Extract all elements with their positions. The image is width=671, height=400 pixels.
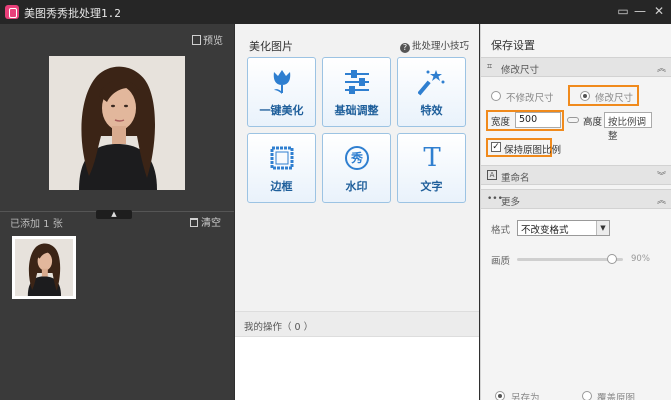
batch-tips-label: 批处理小技巧 bbox=[412, 41, 470, 52]
clear-label: 清空 bbox=[201, 218, 221, 229]
overwrite-label: 覆盖原图 bbox=[597, 393, 636, 400]
tool-label: 基础调整 bbox=[334, 104, 379, 117]
keep-ratio-checkbox[interactable]: ✓ bbox=[491, 142, 501, 152]
operations-list bbox=[235, 337, 479, 400]
beautify-panel: 美化图片 ? 批处理小技巧 一键美化 基础调整 特效 边框 秀 水印 T 文字 … bbox=[235, 24, 479, 400]
more-section-label: 更多 bbox=[501, 197, 521, 208]
trash-icon bbox=[190, 218, 198, 227]
format-select[interactable]: 不改变格式 ▼ bbox=[517, 220, 610, 236]
beautify-title: 美化图片 bbox=[249, 40, 293, 53]
link-icon[interactable] bbox=[567, 117, 579, 123]
resize-label: 修改尺寸 bbox=[595, 93, 634, 104]
basic-adjust-button[interactable]: 基础调整 bbox=[322, 57, 391, 127]
chevron-up-icon: ︽ bbox=[656, 64, 666, 74]
preview-image bbox=[49, 56, 185, 190]
batch-tips-link[interactable]: ? 批处理小技巧 bbox=[400, 38, 469, 53]
chevron-down-icon: ︾ bbox=[656, 172, 666, 182]
watermark-glyph: 秀 bbox=[345, 146, 369, 170]
preview-label: 预览 bbox=[203, 36, 223, 47]
left-panel: 预览 ▲ 已添加 1 张 清空 bbox=[0, 24, 234, 400]
clear-button[interactable]: 清空 bbox=[190, 214, 221, 229]
thumbnail-photo bbox=[15, 239, 73, 296]
effects-button[interactable]: 特效 bbox=[397, 57, 466, 127]
crop-icon: ⌗ bbox=[487, 62, 493, 72]
height-input[interactable]: 按比例调整 bbox=[604, 112, 652, 142]
app-logo-icon bbox=[5, 5, 19, 19]
quality-label: 画质 bbox=[491, 256, 511, 267]
operations-header: 我的操作（ 0 ） bbox=[235, 311, 479, 337]
quality-value: 90% bbox=[631, 254, 650, 264]
more-icon: ••• bbox=[487, 194, 503, 204]
height-label: 高度 bbox=[583, 117, 603, 128]
chevron-up-icon: ︽ bbox=[656, 196, 666, 206]
save-as-radio[interactable] bbox=[495, 391, 505, 400]
resize-section-header[interactable]: ⌗ 修改尺寸 ︽ bbox=[481, 57, 671, 77]
magic-wand-icon bbox=[418, 68, 446, 96]
save-settings-title: 保存设置 bbox=[491, 39, 535, 52]
resize-radio[interactable] bbox=[580, 91, 590, 101]
preview-icon bbox=[192, 35, 201, 45]
watermark-icon: 秀 bbox=[343, 144, 371, 172]
sliders-icon bbox=[343, 68, 371, 96]
help-icon: ? bbox=[400, 43, 410, 53]
added-count-label: 已添加 1 张 bbox=[10, 219, 63, 230]
resize-section-label: 修改尺寸 bbox=[501, 65, 540, 76]
no-resize-label: 不修改尺寸 bbox=[506, 93, 554, 104]
tulip-icon bbox=[268, 68, 296, 96]
operations-label: 我的操作（ 0 ） bbox=[244, 322, 314, 333]
quality-slider-thumb[interactable] bbox=[607, 254, 618, 264]
frame-button[interactable]: 边框 bbox=[247, 133, 316, 203]
preview-button[interactable]: 预览 bbox=[192, 32, 223, 47]
more-section-header[interactable]: ••• 更多 ︽ bbox=[481, 189, 671, 209]
tool-label: 特效 bbox=[420, 104, 443, 117]
tool-label: 水印 bbox=[345, 180, 368, 193]
watermark-button[interactable]: 秀 水印 bbox=[322, 133, 391, 203]
tool-label: 边框 bbox=[270, 180, 293, 193]
format-value: 不改变格式 bbox=[521, 225, 569, 236]
image-thumbnail[interactable] bbox=[12, 236, 76, 299]
rename-section-label: 重命名 bbox=[501, 173, 530, 184]
portrait-photo bbox=[49, 56, 185, 190]
text-icon: T bbox=[418, 144, 446, 172]
keep-ratio-label: 保持原图比例 bbox=[504, 145, 562, 156]
skin-button[interactable]: ▭ bbox=[616, 4, 630, 18]
title-bar: 美图秀秀批处理1.2 ▭ — ✕ bbox=[0, 0, 671, 24]
frame-icon bbox=[268, 144, 296, 172]
format-label: 格式 bbox=[491, 225, 511, 236]
tool-label: 一键美化 bbox=[259, 104, 304, 117]
minimize-button[interactable]: — bbox=[633, 4, 647, 18]
window-title: 美图秀秀批处理1.2 bbox=[24, 7, 121, 20]
one-click-beautify-button[interactable]: 一键美化 bbox=[247, 57, 316, 127]
width-label: 宽度 bbox=[491, 117, 511, 128]
rename-section-header[interactable]: A 重命名 ︾ bbox=[481, 165, 671, 185]
close-button[interactable]: ✕ bbox=[652, 4, 666, 18]
dropdown-arrow-icon: ▼ bbox=[596, 221, 609, 235]
rename-icon: A bbox=[487, 170, 497, 180]
overwrite-radio[interactable] bbox=[582, 391, 592, 400]
text-glyph: T bbox=[423, 143, 441, 173]
width-input[interactable]: 500 bbox=[515, 112, 561, 128]
text-button[interactable]: T 文字 bbox=[397, 133, 466, 203]
tool-label: 文字 bbox=[420, 180, 443, 193]
save-settings-panel: 保存设置 ⌗ 修改尺寸 ︽ 不修改尺寸 修改尺寸 宽度 500 高度 按比例调整… bbox=[480, 24, 671, 400]
collapse-toggle[interactable]: ▲ bbox=[96, 210, 132, 219]
save-as-label: 另存为 bbox=[511, 393, 540, 400]
no-resize-radio[interactable] bbox=[491, 91, 501, 101]
